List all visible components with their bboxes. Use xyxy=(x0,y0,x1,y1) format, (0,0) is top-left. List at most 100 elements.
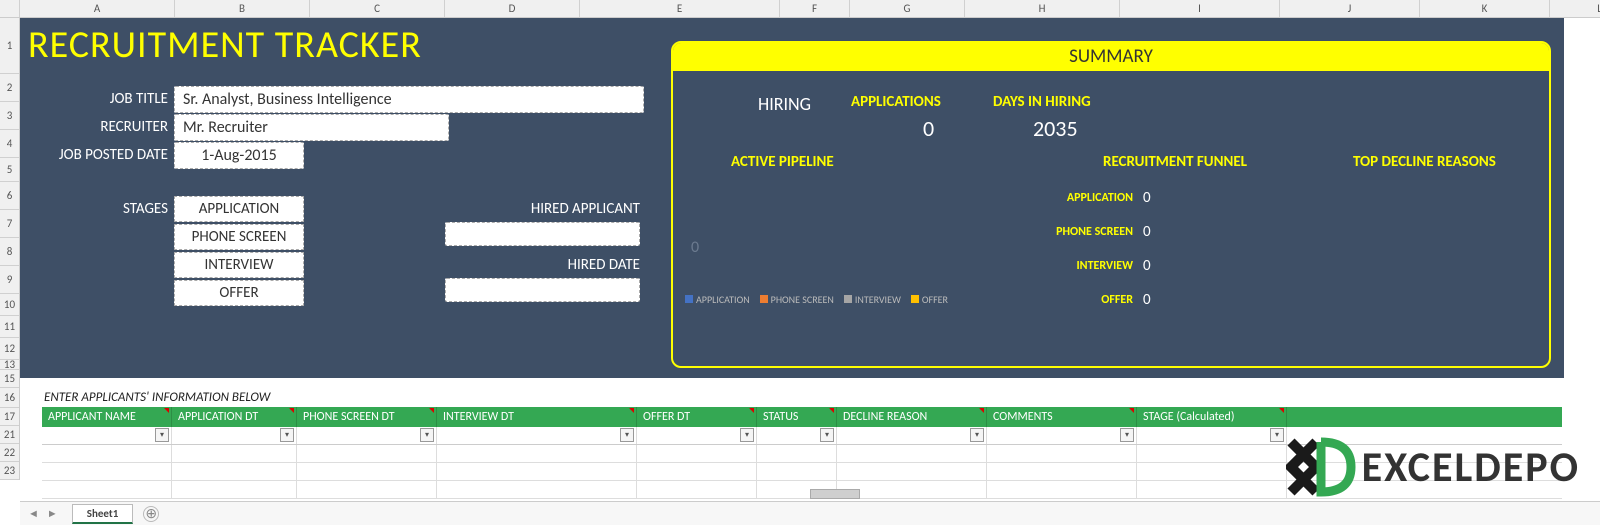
row-header[interactable]: 9 xyxy=(0,266,19,294)
dashboard-panel: RECRUITMENT TRACKER JOB TITLE Sr. Analys… xyxy=(20,18,1564,378)
summary-recruitment-funnel: RECRUITMENT FUNNEL xyxy=(1103,153,1247,171)
stage-interview[interactable]: INTERVIEW xyxy=(174,252,304,278)
summary-active-pipeline: ACTIVE PIPELINE xyxy=(731,153,834,171)
legend-item: OFFER xyxy=(911,293,948,306)
row-header[interactable]: 21 xyxy=(0,426,19,444)
funnel-label: INTERVIEW xyxy=(993,259,1133,273)
row-header[interactable]: 5 xyxy=(0,158,19,182)
page-title: RECRUITMENT TRACKER xyxy=(28,22,422,68)
row-header[interactable]: 17 xyxy=(0,408,19,426)
recruiter-input[interactable]: Mr. Recruiter xyxy=(174,114,449,141)
table-col-header[interactable]: APPLICATION DT xyxy=(172,407,297,427)
table-col-header[interactable]: APPLICANT NAME xyxy=(42,407,172,427)
hired-date-input[interactable] xyxy=(445,278,640,302)
filter-button[interactable]: ▾ xyxy=(280,428,294,442)
table-col-header[interactable]: STAGE (Calculated) xyxy=(1137,407,1287,427)
chart-legend: APPLICATION PHONE SCREEN INTERVIEW OFFER xyxy=(685,293,948,306)
legend-item: APPLICATION xyxy=(685,293,750,306)
col-header[interactable]: D xyxy=(445,0,580,17)
row-header[interactable]: 6 xyxy=(0,182,19,210)
col-header[interactable]: C xyxy=(310,0,445,17)
row-header[interactable]: 10 xyxy=(0,294,19,316)
filter-button[interactable]: ▾ xyxy=(420,428,434,442)
funnel-value: 0 xyxy=(1143,189,1151,207)
funnel-label: OFFER xyxy=(993,293,1133,307)
row-header[interactable]: 3 xyxy=(0,102,19,130)
tab-nav[interactable]: ◄► xyxy=(20,507,66,520)
table-col-header[interactable]: PHONE SCREEN DT xyxy=(297,407,437,427)
sheet-tab-active[interactable]: Sheet1 xyxy=(72,504,134,524)
row-header[interactable]: 23 xyxy=(0,462,19,480)
funnel-value: 0 xyxy=(1143,223,1151,241)
funnel-label: PHONE SCREEN xyxy=(993,225,1133,239)
table-row[interactable] xyxy=(42,481,1562,499)
col-header[interactable]: J xyxy=(1280,0,1420,17)
filter-button[interactable]: ▾ xyxy=(740,428,754,442)
row-header[interactable]: 4 xyxy=(0,130,19,158)
table-col-header[interactable]: DECLINE REASON xyxy=(837,407,987,427)
legend-item: INTERVIEW xyxy=(844,293,901,306)
table-col-header[interactable]: INTERVIEW DT xyxy=(437,407,637,427)
filter-button[interactable]: ▾ xyxy=(1120,428,1134,442)
table-col-header[interactable]: COMMENTS xyxy=(987,407,1137,427)
summary-days-val: 2035 xyxy=(1033,115,1078,142)
row-header[interactable]: 13 xyxy=(0,360,19,370)
job-posted-input[interactable]: 1-Aug-2015 xyxy=(174,142,304,169)
job-title-input[interactable]: Sr. Analyst, Business Intelligence xyxy=(174,86,644,113)
summary-days-label: DAYS IN HIRING xyxy=(993,93,1091,111)
col-header[interactable]: F xyxy=(780,0,850,17)
table-row[interactable] xyxy=(42,445,1562,463)
summary-top-decline: TOP DECLINE REASONS xyxy=(1353,153,1496,171)
table-col-header[interactable]: STATUS xyxy=(757,407,837,427)
funnel-value: 0 xyxy=(1143,291,1151,309)
row-header[interactable]: 1 xyxy=(0,18,19,74)
table-col-header[interactable]: OFFER DT xyxy=(637,407,757,427)
table-header-row: APPLICANT NAMEAPPLICATION DTPHONE SCREEN… xyxy=(42,407,1562,427)
filter-button[interactable]: ▾ xyxy=(820,428,834,442)
col-header[interactable]: B xyxy=(175,0,310,17)
col-header[interactable]: A xyxy=(20,0,175,17)
col-header[interactable]: L xyxy=(1550,0,1600,17)
col-header[interactable]: H xyxy=(965,0,1120,17)
sheet-tabs: ◄► Sheet1 ⊕ xyxy=(20,501,1600,525)
table-row[interactable] xyxy=(42,463,1562,481)
stage-application[interactable]: APPLICATION xyxy=(174,196,304,222)
label-stages: STAGES xyxy=(20,200,168,218)
pipeline-zero: 0 xyxy=(691,238,699,257)
filter-button[interactable]: ▾ xyxy=(155,428,169,442)
label-hired-date: HIRED DATE xyxy=(440,256,640,274)
stage-phone-screen[interactable]: PHONE SCREEN xyxy=(174,224,304,250)
row-header[interactable]: 2 xyxy=(0,74,19,102)
label-recruiter: RECRUITER xyxy=(20,118,168,136)
scroll-indicator[interactable] xyxy=(810,489,860,499)
hired-applicant-input[interactable] xyxy=(445,222,640,246)
summary-box: SUMMARY HIRING APPLICATIONS 0 DAYS IN HI… xyxy=(671,41,1551,368)
col-header[interactable]: E xyxy=(580,0,780,17)
legend-item: PHONE SCREEN xyxy=(760,293,834,306)
col-header[interactable]: I xyxy=(1120,0,1280,17)
table-filter-row: ▾ ▾ ▾ ▾ ▾ ▾ ▾ ▾ ▾ xyxy=(42,427,1562,445)
filter-button[interactable]: ▾ xyxy=(1270,428,1284,442)
filter-button[interactable]: ▾ xyxy=(970,428,984,442)
summary-hiring-label: HIRING xyxy=(758,93,811,115)
row-header[interactable]: 11 xyxy=(0,316,19,338)
col-header[interactable]: K xyxy=(1420,0,1550,17)
filter-button[interactable]: ▾ xyxy=(620,428,634,442)
row-header[interactable]: 16 xyxy=(0,388,19,408)
row-headers: 12345678910111213151617212223 xyxy=(0,18,20,480)
summary-applications-label: APPLICATIONS xyxy=(851,93,941,111)
row-header[interactable]: 12 xyxy=(0,338,19,360)
stage-offer[interactable]: OFFER xyxy=(174,280,304,306)
label-job-posted: JOB POSTED DATE xyxy=(20,146,168,164)
add-sheet-button[interactable]: ⊕ xyxy=(143,506,159,522)
col-header[interactable]: G xyxy=(850,0,965,17)
applicants-table: ENTER APPLICANTS' INFORMATION BELOW APPL… xyxy=(42,390,1562,499)
table-caption: ENTER APPLICANTS' INFORMATION BELOW xyxy=(42,390,1562,405)
column-headers: ABCDEFGHIJKLMN xyxy=(0,0,1600,18)
row-header[interactable]: 22 xyxy=(0,444,19,462)
row-header[interactable]: 15 xyxy=(0,370,19,388)
row-header[interactable]: 7 xyxy=(0,210,19,238)
row-header[interactable]: 8 xyxy=(0,238,19,266)
funnel-label: APPLICATION xyxy=(993,191,1133,205)
spreadsheet-area: RECRUITMENT TRACKER JOB TITLE Sr. Analys… xyxy=(20,18,1600,498)
